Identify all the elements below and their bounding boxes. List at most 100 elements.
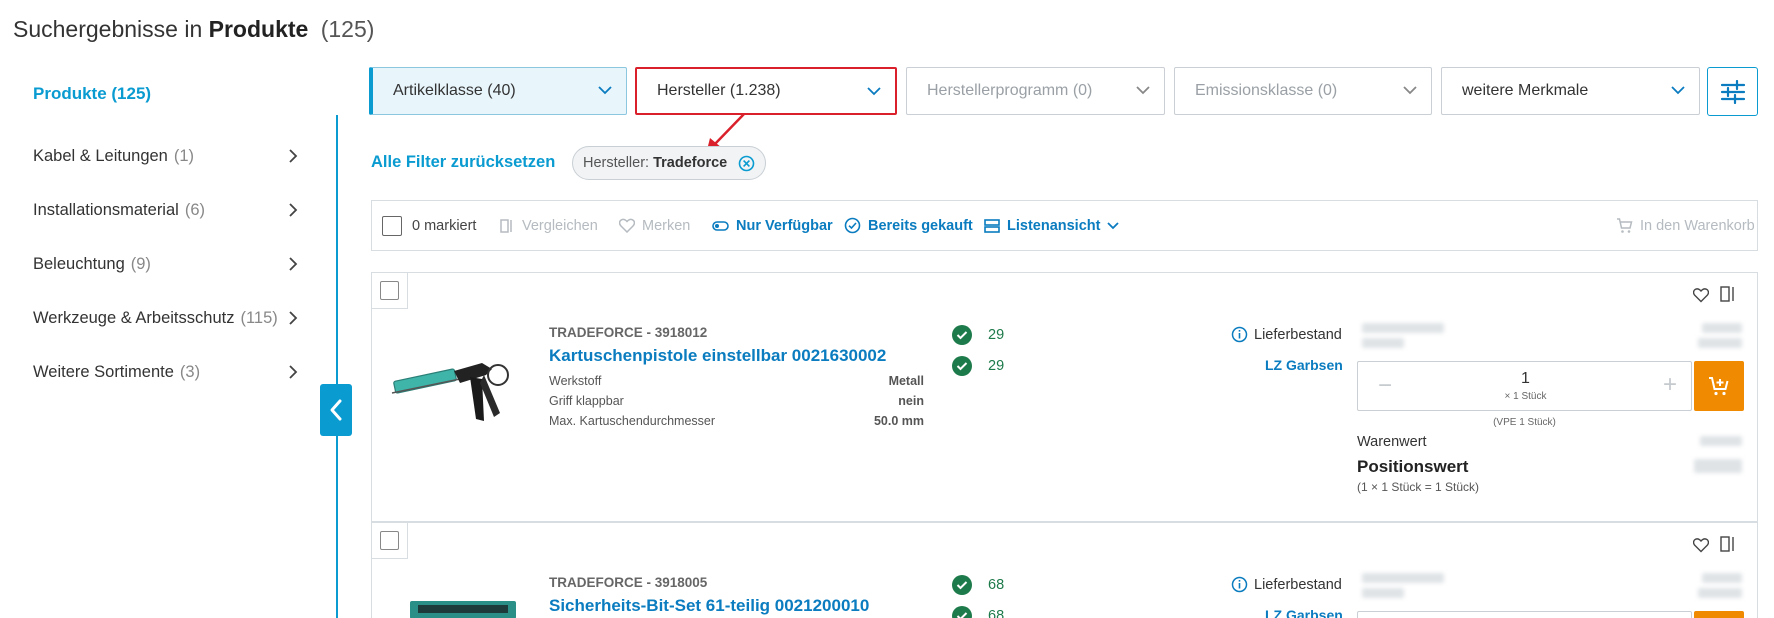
stock-count: 68 [988,608,1005,618]
select-all-checkbox[interactable] [382,215,402,236]
sidebar-item-weitere-sortimente[interactable]: Weitere Sortimente (3) [33,359,298,385]
compare-icon [500,218,512,233]
info-icon [1231,326,1248,343]
quantity-stepper[interactable]: − 1 × 1 Stück + [1357,361,1692,411]
stock-count: 29 [988,327,1005,343]
chevron-right-icon [289,257,298,271]
product-image [391,363,509,421]
chevron-right-icon [289,365,298,379]
chevron-down-icon [867,87,881,96]
filter-artikelklasse[interactable]: Artikelklasse (40) [369,67,627,115]
already-bought-label: Bereits gekauft [868,217,973,234]
chevron-down-icon [1107,221,1120,229]
stock-count: 68 [988,577,1005,593]
reset-filters-link[interactable]: Alle Filter zurücksetzen [371,153,555,172]
blurred-price [1362,573,1444,583]
stock-count: 29 [988,358,1005,374]
sidebar-item-count: (115) [240,308,278,327]
product-add-to-cart-button[interactable] [1694,361,1744,411]
heart-icon [619,218,635,233]
chevron-right-icon [289,203,298,217]
blurred-price [1694,459,1742,473]
only-available-toggle[interactable]: Nur Verfügbar [712,201,833,250]
sidebar-item-kabel-leitungen[interactable]: Kabel & Leitungen (1) [33,143,298,169]
blurred-price [1700,436,1742,446]
attr-value: Metall [888,374,924,388]
lieferbestand-info[interactable]: Lieferbestand [1231,576,1342,593]
blurred-price [1698,338,1742,348]
sidebar-divider [336,115,338,618]
only-available-label: Nur Verfügbar [736,217,833,234]
add-to-cart-button[interactable]: In den Warenkorb [1616,201,1755,250]
stock-indicator: 29 [952,325,1004,345]
sidebar-item-produkte[interactable]: Produkte (125) [33,84,151,104]
filter-label: Emissionsklasse (0) [1195,82,1338,99]
compare-icon[interactable] [1719,285,1737,303]
sidebar-item-label: Kabel & Leitungen [33,146,168,165]
remember-label: Merken [642,217,691,234]
compare-label: Vergleichen [522,217,598,234]
sidebar-item-count: (6) [184,200,205,219]
sidebar-item-count: (9) [130,254,151,273]
add-to-cart-label: In den Warenkorb [1640,217,1755,234]
filter-label: Artikelklasse (40) [393,82,516,99]
close-circle-icon[interactable] [738,155,755,172]
product-name-link[interactable]: Sicherheits-Bit-Set 61-teilig 0021200010 [549,596,869,616]
filter-herstellerprogramm[interactable]: Herstellerprogramm (0) [906,67,1165,115]
filter-hersteller[interactable]: Hersteller (1.238) [635,67,897,115]
quantity-stepper[interactable] [1357,611,1692,618]
list-view-dropdown[interactable]: Listenansicht [984,201,1120,250]
lz-link[interactable]: LZ Garbsen [1265,607,1343,618]
select-all[interactable]: 0 markiert [382,201,476,250]
product-checkbox[interactable] [380,281,399,300]
attr-value: nein [898,394,924,408]
title-category: Produkte [208,16,309,42]
quantity-value[interactable]: 1 [1358,370,1693,388]
title-prefix: Suchergebnisse in [13,16,203,42]
remember-button[interactable]: Merken [619,201,690,250]
info-icon [1231,576,1248,593]
product-select[interactable] [372,523,408,559]
toggle-icon [712,220,729,231]
blurred-price [1702,323,1742,333]
filter-label: Herstellerprogramm (0) [927,82,1093,99]
filter-label: weitere Merkmale [1462,82,1589,99]
product-card: TRADEFORCE - 3918005 Sicherheits-Bit-Set… [371,522,1758,618]
chip-value: Tradeforce [653,155,728,171]
positionswert-sub: (1 × 1 Stück = 1 Stück) [1357,480,1480,494]
filter-emissionsklasse[interactable]: Emissionsklasse (0) [1174,67,1432,115]
sidebar-item-beleuchtung[interactable]: Beleuchtung (9) [33,251,298,277]
filter-settings-button[interactable] [1707,67,1758,116]
chevron-down-icon [598,86,612,95]
blurred-price [1702,573,1742,583]
product-add-to-cart-button[interactable] [1694,611,1744,618]
filter-weitere-merkmale[interactable]: weitere Merkmale [1441,67,1700,115]
heart-icon[interactable] [1693,537,1709,553]
sidebar-collapse-button[interactable] [320,384,352,436]
compare-icon[interactable] [1719,535,1737,553]
filter-label: Hersteller (1.238) [657,82,781,99]
lz-link[interactable]: LZ Garbsen [1265,357,1343,373]
sidebar-item-installationsmaterial[interactable]: Installationsmaterial (6) [33,197,298,223]
sidebar-item-count: (3) [179,362,201,381]
cart-icon [1617,218,1633,233]
product-brand: TRADEFORCE - 3918005 [549,575,708,590]
blurred-price [1362,338,1404,348]
plus-icon[interactable]: + [1663,371,1677,399]
attr-value: 50.0 mm [873,414,924,428]
lieferbestand-info[interactable]: Lieferbestand [1231,326,1342,343]
product-name-link[interactable]: Kartuschenpistole einstellbar 0021630002 [549,346,886,366]
attr-key: Max. Kartuschendurchmesser [549,414,716,428]
cart-plus-icon [1709,377,1729,396]
product-image [410,601,516,618]
already-bought-filter[interactable]: Bereits gekauft [844,201,973,250]
product-select[interactable] [372,273,408,309]
heart-icon[interactable] [1693,287,1709,303]
sidebar-item-werkzeuge-arbeitsschutz[interactable]: Werkzeuge & Arbeitsschutz (115) [33,305,298,331]
stock-indicator: 29 [952,356,1004,376]
stock-indicator: 68 [952,606,1004,618]
product-card: TRADEFORCE - 3918012 Kartuschenpistole e… [371,272,1758,522]
compare-button[interactable]: Vergleichen [499,201,598,250]
product-brand: TRADEFORCE - 3918012 [549,325,708,340]
product-checkbox[interactable] [380,531,399,550]
